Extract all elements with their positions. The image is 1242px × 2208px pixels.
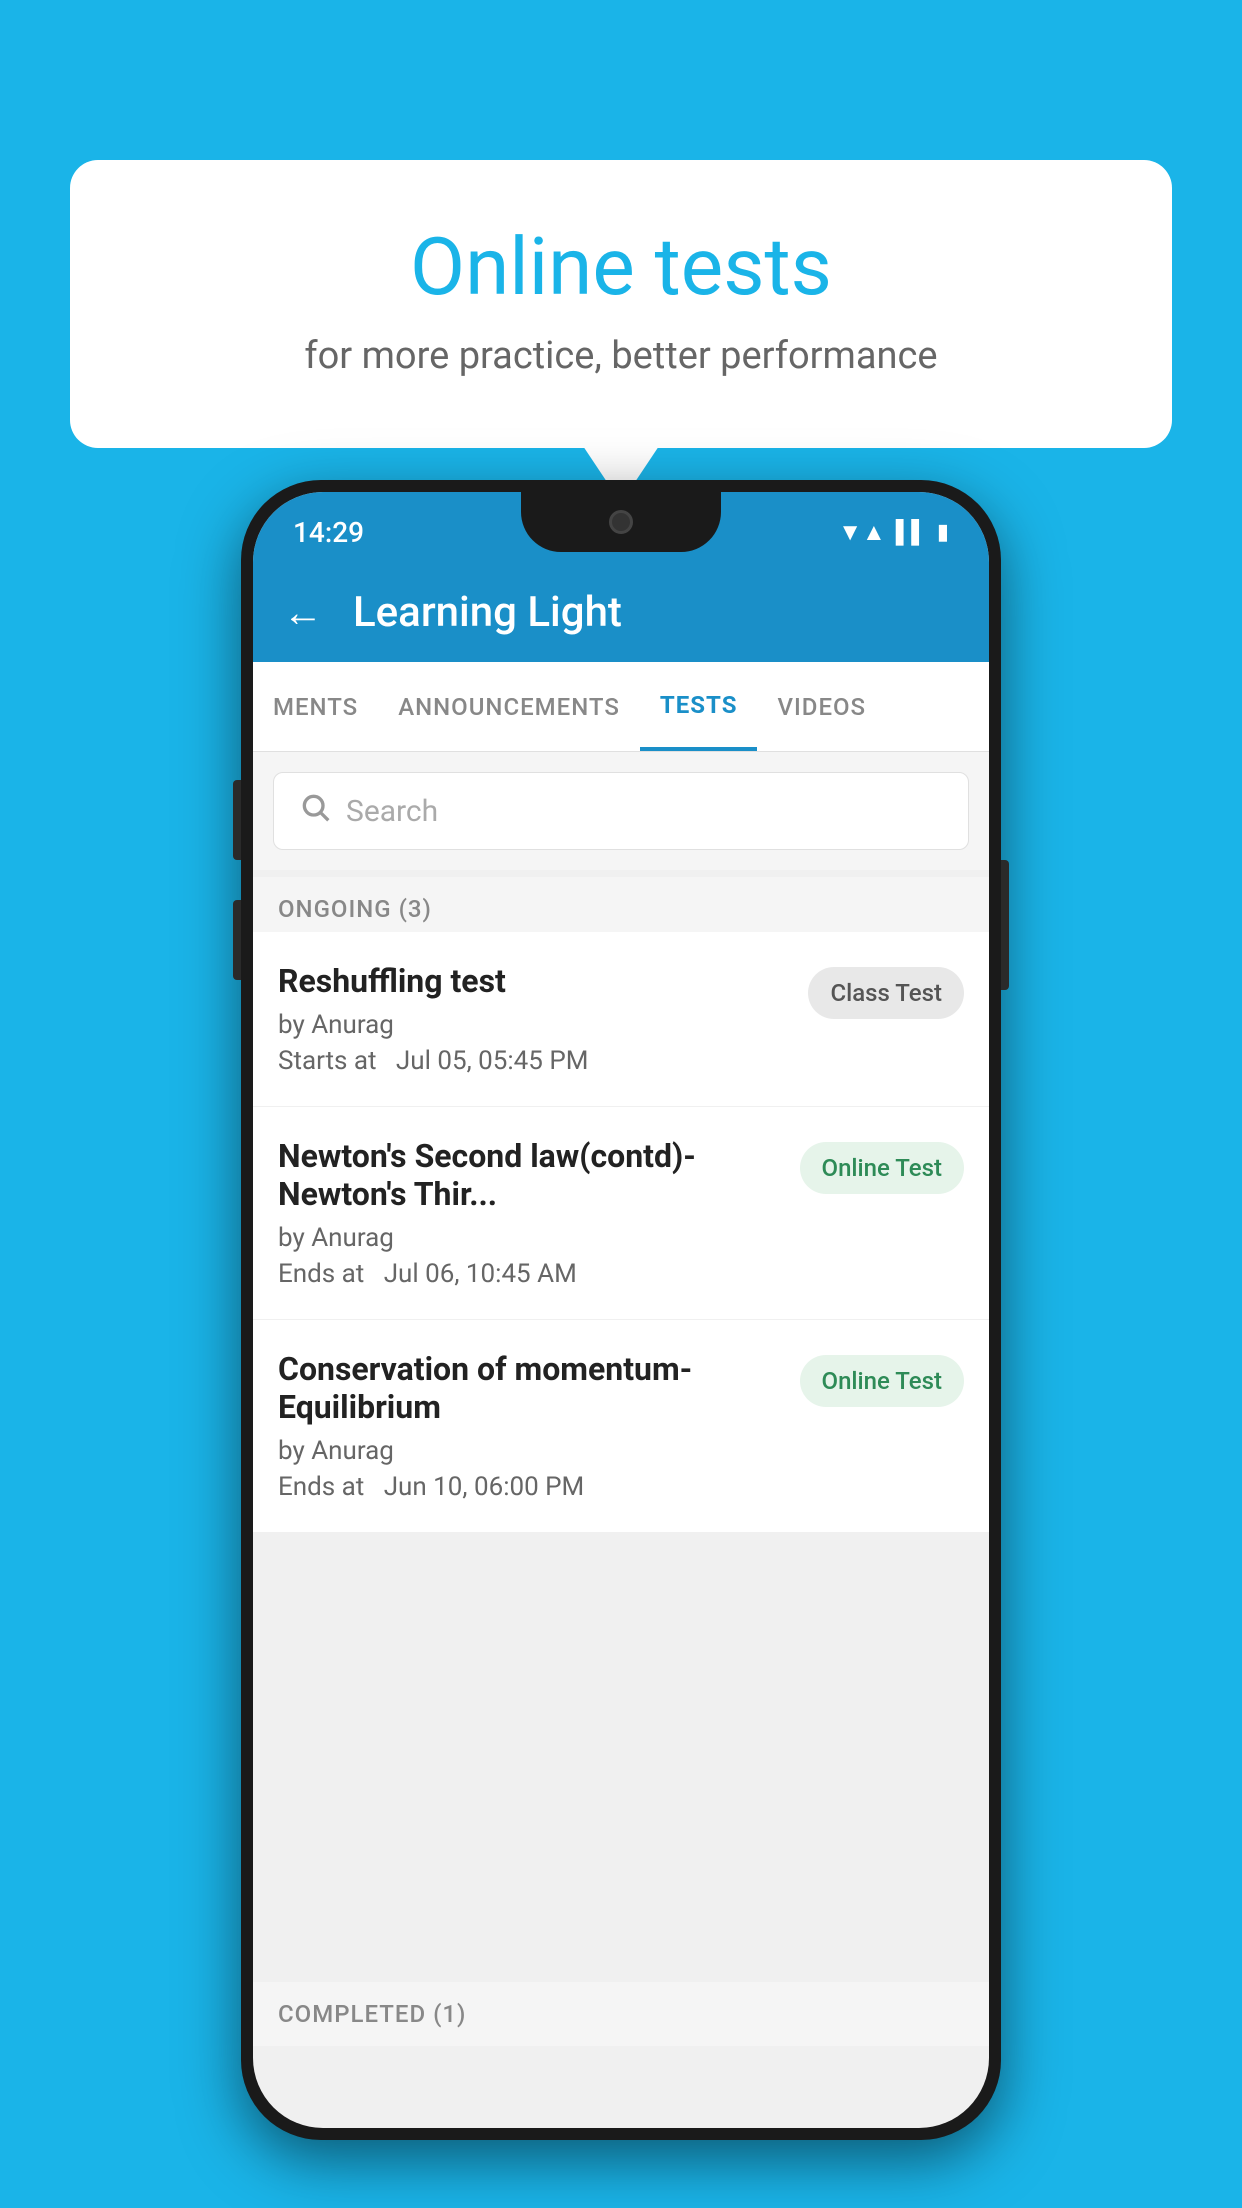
test-item-3[interactable]: Conservation of momentum-Equilibrium by …	[253, 1320, 989, 1533]
tests-list: Reshuffling test by Anurag Starts at Jul…	[253, 932, 989, 1533]
signal-icon: ▌▌	[896, 519, 927, 545]
test-time-2: Ends at Jul 06, 10:45 AM	[278, 1259, 780, 1289]
volume-down-button[interactable]	[233, 900, 241, 980]
search-bar[interactable]: Search	[273, 772, 969, 850]
time-value-1: Jul 05, 05:45 PM	[396, 1046, 589, 1076]
badge-3: Online Test	[800, 1355, 964, 1407]
tab-ments[interactable]: MENTS	[253, 662, 378, 751]
test-info-3: Conservation of momentum-Equilibrium by …	[278, 1350, 800, 1502]
badge-2: Online Test	[800, 1142, 964, 1194]
test-name-1: Reshuffling test	[278, 962, 788, 1000]
test-author-3: by Anurag	[278, 1436, 780, 1466]
tab-tests[interactable]: TESTS	[640, 662, 758, 751]
badge-1: Class Test	[808, 967, 964, 1019]
completed-section-header: COMPLETED (1)	[253, 1982, 989, 2046]
camera	[609, 510, 633, 534]
time-label-2: Ends at	[278, 1259, 364, 1289]
phone-screen: 14:29 ▼▲ ▌▌ ▮ ← Learning Light MENTS ANN…	[253, 492, 989, 2128]
test-info-1: Reshuffling test by Anurag Starts at Jul…	[278, 962, 808, 1076]
battery-icon: ▮	[937, 520, 949, 545]
test-author-2: by Anurag	[278, 1223, 780, 1253]
test-name-2: Newton's Second law(contd)-Newton's Thir…	[278, 1137, 780, 1213]
test-info-2: Newton's Second law(contd)-Newton's Thir…	[278, 1137, 800, 1289]
status-icons: ▼▲ ▌▌ ▮	[838, 518, 949, 547]
tabs-container: MENTS ANNOUNCEMENTS TESTS VIDEOS	[253, 662, 989, 752]
time-value-2: Jul 06, 10:45 AM	[384, 1259, 577, 1289]
completed-label: COMPLETED (1)	[278, 2000, 466, 2028]
search-placeholder: Search	[346, 794, 438, 829]
app-title: Learning Light	[353, 588, 622, 637]
back-button[interactable]: ←	[283, 589, 323, 636]
power-button[interactable]	[1001, 860, 1009, 990]
tab-announcements[interactable]: ANNOUNCEMENTS	[378, 662, 640, 751]
time-label-1: Starts at	[278, 1046, 377, 1076]
ongoing-label: ONGOING (3)	[278, 895, 432, 923]
bubble-subtitle: for more practice, better performance	[120, 334, 1122, 378]
wifi-icon: ▼▲	[838, 518, 886, 547]
test-author-1: by Anurag	[278, 1010, 788, 1040]
test-time-3: Ends at Jun 10, 06:00 PM	[278, 1472, 780, 1502]
bubble-title: Online tests	[120, 220, 1122, 314]
test-item-1[interactable]: Reshuffling test by Anurag Starts at Jul…	[253, 932, 989, 1107]
tab-videos[interactable]: VIDEOS	[757, 662, 886, 751]
search-icon	[299, 791, 331, 831]
volume-up-button[interactable]	[233, 780, 241, 860]
test-time-1: Starts at Jul 05, 05:45 PM	[278, 1046, 788, 1076]
time-label-3: Ends at	[278, 1472, 364, 1502]
notch	[521, 492, 721, 552]
status-time: 14:29	[293, 516, 364, 549]
search-container: Search	[253, 752, 989, 870]
app-bar: ← Learning Light	[253, 562, 989, 662]
phone-container: 14:29 ▼▲ ▌▌ ▮ ← Learning Light MENTS ANN…	[241, 480, 1001, 2140]
speech-bubble: Online tests for more practice, better p…	[70, 160, 1172, 448]
time-value-3: Jun 10, 06:00 PM	[384, 1472, 585, 1502]
test-item-2[interactable]: Newton's Second law(contd)-Newton's Thir…	[253, 1107, 989, 1320]
test-name-3: Conservation of momentum-Equilibrium	[278, 1350, 780, 1426]
